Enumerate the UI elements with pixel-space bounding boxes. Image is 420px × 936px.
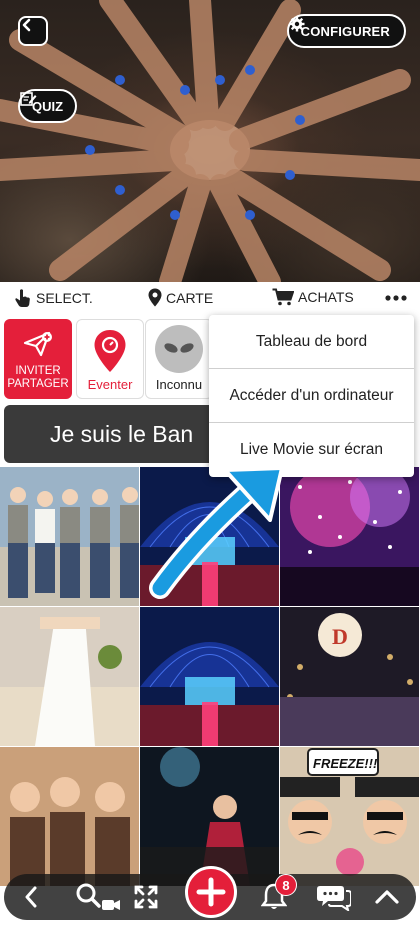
- chevron-left-icon: [25, 886, 37, 908]
- add-button[interactable]: [185, 866, 237, 918]
- scroll-top-button[interactable]: [372, 874, 402, 920]
- pointer-arrow-annotation: [149, 466, 284, 599]
- plus-icon: [196, 877, 226, 907]
- search-video-button[interactable]: [72, 874, 124, 920]
- fullscreen-button[interactable]: [132, 874, 160, 920]
- chevron-up-icon: [375, 890, 399, 904]
- video-icon: [102, 900, 120, 910]
- notification-count-badge: 8: [275, 874, 297, 896]
- search-icon: [76, 883, 120, 910]
- nav-back-button[interactable]: [18, 874, 44, 920]
- expand-icon: [134, 885, 158, 909]
- chat-icon: [317, 886, 351, 911]
- chat-button[interactable]: [314, 874, 354, 920]
